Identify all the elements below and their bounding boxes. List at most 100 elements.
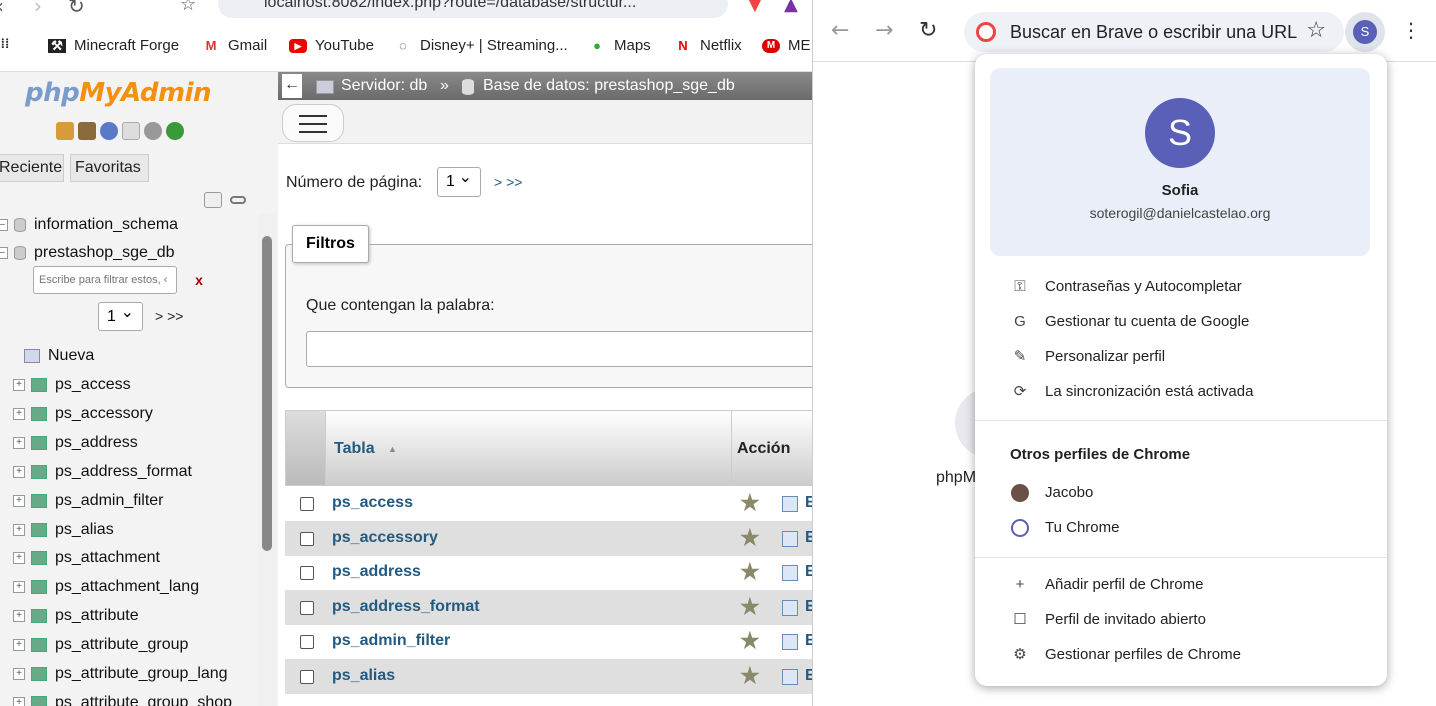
docs-icon[interactable] — [122, 122, 140, 140]
sidebar-scrollbar[interactable] — [258, 214, 276, 706]
browse-action[interactable]: E — [805, 563, 812, 581]
other-profile-item[interactable]: Jacobo — [975, 476, 1387, 511]
bookmark-disney[interactable]: ◌ Disney+ | Streaming... — [394, 37, 568, 54]
apps-icon[interactable]: ⁞⁞ — [0, 37, 10, 51]
collapse-icon[interactable]: – — [0, 247, 8, 259]
other-profile-item[interactable]: Tu Chrome — [975, 511, 1387, 546]
omnibox[interactable]: Buscar en Brave o escribir una URL ☆ — [964, 12, 1344, 52]
expand-icon[interactable]: – — [0, 219, 8, 231]
collapse-all-icon[interactable] — [204, 192, 222, 208]
browse-action[interactable]: E — [805, 529, 812, 547]
profile-button[interactable]: S — [1345, 12, 1385, 52]
expand-icon[interactable]: + — [13, 465, 25, 478]
bookmark-minecraft[interactable]: ⚒ Minecraft Forge — [48, 37, 179, 54]
reload-icon[interactable]: ↻ — [68, 0, 85, 18]
back-icon[interactable]: ‹ — [0, 0, 4, 18]
bookmark-netflix[interactable]: N Netflix — [674, 37, 741, 54]
expand-icon[interactable]: + — [13, 639, 25, 652]
browse-icon[interactable] — [782, 565, 798, 582]
sidebar-table-item[interactable]: + ps_alias — [13, 519, 114, 541]
bookmark-icon[interactable]: ☆ — [180, 0, 196, 15]
profile-action-item[interactable]: ⚙ Gestionar perfiles de Chrome — [975, 638, 1387, 673]
scrollbar-thumb[interactable] — [262, 236, 272, 551]
sidebar-table-item[interactable]: + ps_access — [13, 374, 131, 396]
breadcrumb-server[interactable]: Servidor: db — [341, 72, 427, 100]
phpmyadmin-logo[interactable]: phpMyAdmin — [25, 78, 212, 108]
new-table-item[interactable]: Nueva — [24, 345, 94, 367]
sidebar-table-item[interactable]: + ps_accessory — [13, 403, 153, 425]
column-tabla[interactable]: Tabla — [334, 440, 375, 458]
forward-icon[interactable]: › — [34, 0, 42, 18]
expand-icon[interactable]: + — [13, 494, 25, 507]
tab-favorites[interactable]: Favoritas — [70, 154, 149, 182]
settings-icon[interactable] — [144, 122, 162, 140]
favorite-star-icon[interactable]: ★ — [740, 628, 760, 654]
shortcut-tile-label[interactable]: phpM — [936, 469, 976, 487]
row-checkbox[interactable] — [300, 600, 314, 615]
row-checkbox[interactable] — [300, 670, 314, 684]
browse-action[interactable]: E — [805, 598, 812, 616]
expand-icon[interactable]: + — [13, 379, 25, 391]
sidebar-table-item[interactable]: + ps_attribute — [13, 605, 139, 627]
browse-icon[interactable] — [782, 669, 798, 685]
sidebar-table-item[interactable]: + ps_address — [13, 432, 138, 454]
bookmark-gmail[interactable]: M Gmail — [202, 37, 268, 54]
row-checkbox[interactable] — [300, 566, 314, 581]
star-icon[interactable]: ☆ — [1306, 18, 1326, 43]
left-url-bar[interactable]: localhost:8082/index.php?route=/database… — [218, 0, 728, 18]
profile-menu-item[interactable]: G Gestionar tu cuenta de Google — [975, 305, 1387, 340]
bookmark-me[interactable]: M ME — [762, 37, 811, 54]
sidebar-page-next[interactable]: > >> — [155, 308, 183, 324]
bookmark-youtube[interactable]: ▶ YouTube — [289, 37, 374, 54]
sidebar-table-item[interactable]: + ps_admin_filter — [13, 490, 164, 512]
link-icon[interactable] — [230, 196, 246, 204]
brave-rewards-icon[interactable]: ▲ — [784, 0, 798, 15]
sidebar-table-item[interactable]: + ps_attribute_group_lang — [13, 663, 228, 685]
expand-icon[interactable]: + — [13, 610, 25, 623]
profile-action-item[interactable]: + Añadir perfil de Chrome — [975, 568, 1387, 603]
table-name-link[interactable]: ps_access — [332, 494, 413, 512]
browse-icon[interactable] — [782, 530, 798, 547]
filter-word-input[interactable] — [306, 331, 812, 367]
breadcrumb-database[interactable]: Base de datos: prestashop_sge_db — [483, 72, 735, 100]
row-checkbox[interactable] — [300, 635, 314, 650]
favorite-star-icon[interactable]: ★ — [740, 594, 760, 620]
sidebar-page-select[interactable]: 1 — [98, 299, 143, 331]
profile-menu-item[interactable]: ✎ Personalizar perfil — [975, 340, 1387, 375]
clear-filter-button[interactable]: x — [185, 270, 213, 292]
reload-nav-icon[interactable] — [166, 122, 184, 140]
browse-action[interactable]: E — [805, 667, 812, 685]
browse-icon[interactable] — [782, 496, 798, 512]
profile-menu-item[interactable]: ⚿ Contraseñas y Autocompletar — [975, 270, 1387, 305]
home-icon[interactable] — [56, 122, 74, 140]
browse-action[interactable]: E — [805, 632, 812, 650]
favorite-star-icon[interactable]: ★ — [740, 525, 760, 551]
sort-asc-icon[interactable]: ▲ — [388, 444, 397, 454]
tab-recent[interactable]: Reciente — [0, 154, 64, 182]
page-next-links[interactable]: > >> — [494, 174, 522, 190]
table-filter-input[interactable] — [33, 266, 177, 294]
profile-menu-item[interactable]: ⟳ La sincronización está activada — [975, 375, 1387, 410]
row-checkbox[interactable] — [300, 531, 314, 546]
bookmark-maps[interactable]: ● Maps — [588, 37, 651, 54]
db-information-schema[interactable]: –information_schema — [0, 214, 178, 236]
hamburger-menu-button[interactable] — [282, 104, 344, 142]
sidebar-table-item[interactable]: + ps_attachment_lang — [13, 576, 199, 598]
table-name-link[interactable]: ps_address_format — [332, 598, 480, 616]
table-name-link[interactable]: ps_alias — [332, 667, 395, 685]
expand-icon[interactable]: + — [13, 523, 25, 536]
brave-shield-icon[interactable]: ▼ — [748, 0, 762, 15]
collapse-nav-button[interactable]: ← — [282, 74, 302, 98]
expand-icon[interactable]: + — [13, 552, 25, 565]
sidebar-table-item[interactable]: + ps_address_format — [13, 461, 192, 483]
reload-icon[interactable]: ↻ — [919, 18, 937, 43]
browse-icon[interactable] — [782, 634, 798, 651]
profile-action-item[interactable]: ☐ Perfil de invitado abierto — [975, 603, 1387, 638]
expand-icon[interactable]: + — [13, 581, 25, 594]
sidebar-table-item[interactable]: + ps_attachment — [13, 547, 160, 569]
favorite-star-icon[interactable]: ★ — [740, 559, 760, 585]
favorite-star-icon[interactable]: ★ — [740, 490, 760, 516]
page-number-select[interactable]: 1 — [437, 164, 481, 197]
browse-action[interactable]: E — [805, 494, 812, 512]
forward-icon[interactable]: → — [875, 18, 893, 43]
